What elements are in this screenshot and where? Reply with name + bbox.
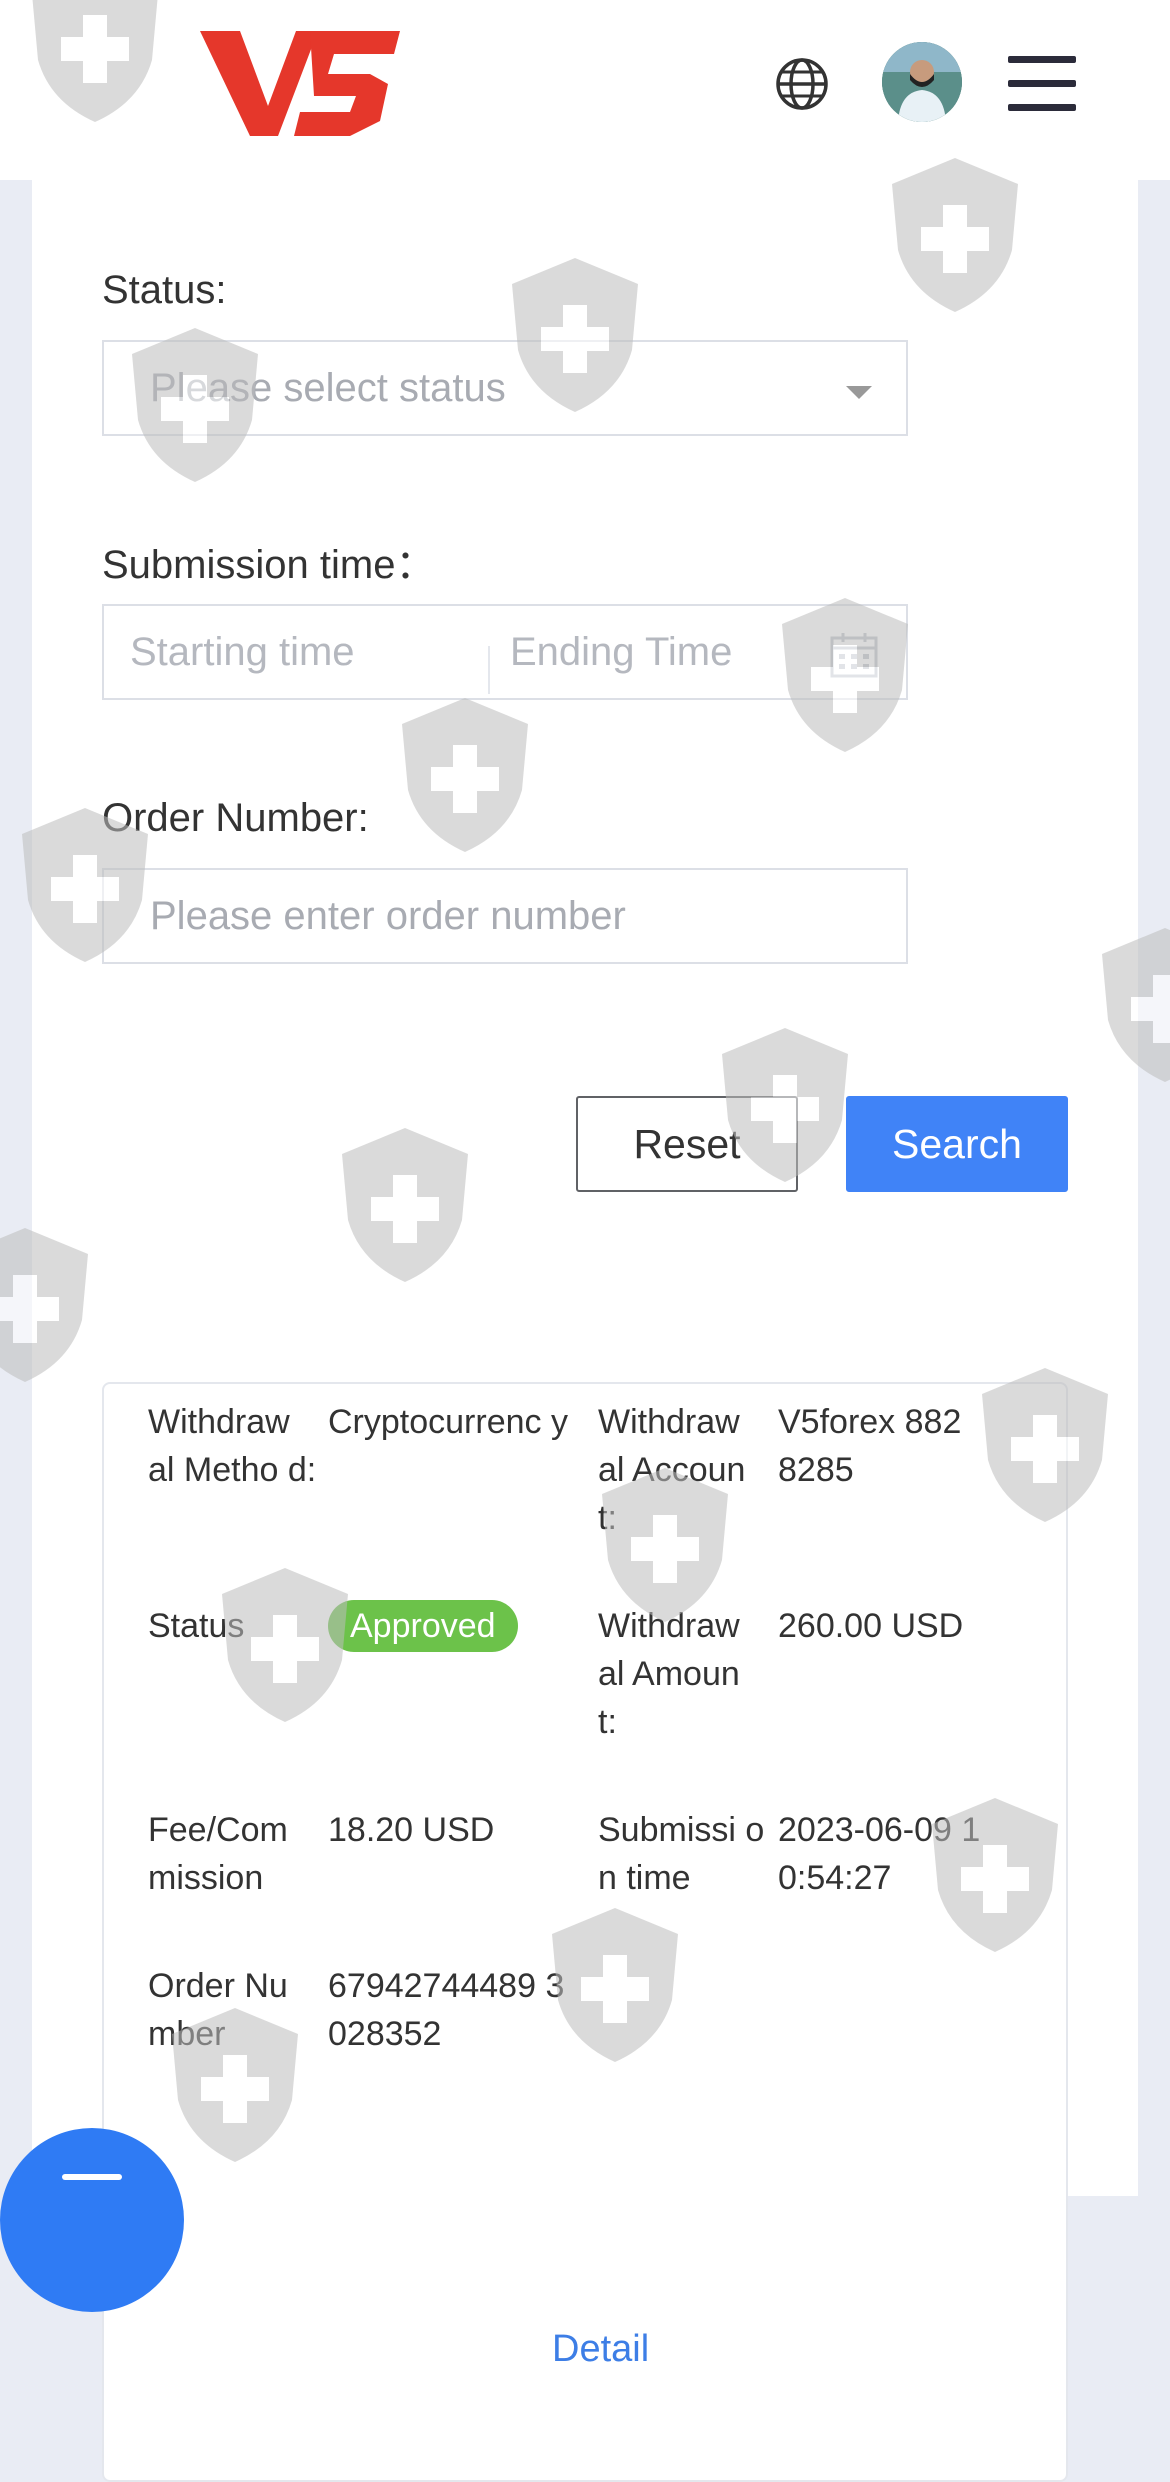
chevron-down-icon (846, 386, 872, 399)
top-bar (0, 0, 1170, 180)
withdrawal-amount-label: Withdraw al Amoun t: (598, 1607, 740, 1741)
calendar-icon[interactable] (830, 632, 878, 678)
detail-link[interactable]: Detail (552, 2328, 649, 2371)
fee-value: 18.20 USD (328, 1811, 495, 1849)
withdrawal-amount-value: 260.00 USD (778, 1607, 964, 1645)
status-field-label: Status (148, 1607, 245, 1645)
submission-time-value: 2023-06-09 1 0:54:27 (778, 1811, 981, 1897)
avatar-photo (882, 42, 962, 122)
withdrawal-history-panel: Status: Please select status Submission … (32, 180, 1138, 2482)
withdrawal-method-value: Cryptocurrenc y (328, 1403, 568, 1441)
order-number-field-label: Order Nu mber (148, 1967, 288, 2053)
end-time-input[interactable]: Ending Time (510, 630, 732, 675)
status-select[interactable]: Please select status (102, 340, 908, 436)
date-range-picker[interactable]: Starting time Ending Time (102, 604, 908, 700)
start-time-input[interactable]: Starting time (130, 630, 355, 675)
globe-icon[interactable] (774, 56, 830, 112)
withdrawal-record-card: Withdraw al Metho d: Cryptocurrenc y Wit… (102, 1382, 1068, 2482)
floating-action-button[interactable] (0, 2128, 184, 2312)
submission-time-label: Submission time： (102, 543, 436, 587)
order-number-placeholder: Please enter order number (150, 894, 626, 938)
submission-time-field-label: Submissi on time (598, 1811, 765, 1897)
reset-button[interactable]: Reset (576, 1096, 798, 1192)
order-number-label: Order Number: (102, 796, 369, 840)
order-number-value: 67942744489 3028352 (328, 1967, 565, 2053)
search-button[interactable]: Search (846, 1096, 1068, 1192)
status-label: Status: (102, 268, 227, 312)
withdrawal-account-value: V5forex 8828285 (778, 1403, 962, 1489)
withdrawal-method-label: Withdraw al Metho d: (148, 1403, 317, 1489)
v5-logo[interactable] (200, 26, 400, 141)
avatar[interactable] (882, 42, 962, 122)
status-badge: Approved (328, 1600, 518, 1652)
fab-bar-icon (62, 2174, 122, 2180)
fee-label: Fee/Com mission (148, 1811, 288, 1897)
menu-icon[interactable] (1008, 56, 1076, 114)
order-number-input[interactable]: Please enter order number (102, 868, 908, 964)
range-separator (488, 646, 490, 694)
withdrawal-account-label: Withdraw al Accoun t: (598, 1403, 746, 1537)
status-placeholder: Please select status (150, 366, 506, 410)
